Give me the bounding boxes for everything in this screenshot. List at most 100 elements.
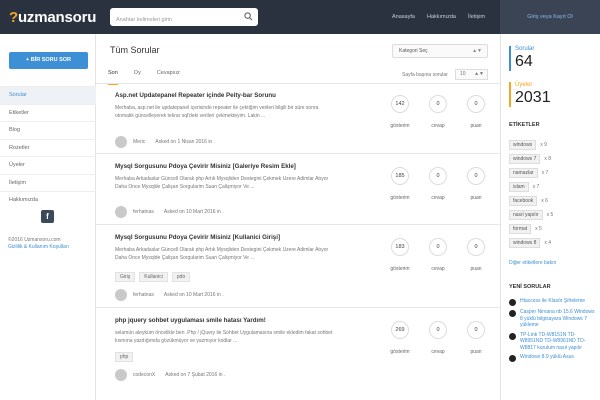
answers-stat: 0 cevap bbox=[423, 167, 453, 201]
recent-question-link[interactable]: Casper Nirvana nb 15.6 Windows 8 yüklü b… bbox=[520, 309, 597, 329]
avatar[interactable] bbox=[115, 206, 127, 218]
recent-question-link[interactable]: Htaccess ile Klasör Şifreleme bbox=[520, 298, 585, 306]
tag-chip[interactable]: format bbox=[509, 224, 532, 234]
tag-chip[interactable]: php bbox=[115, 352, 134, 362]
recent-question-link[interactable]: Windows 8.9 yüklü Asus bbox=[520, 354, 574, 362]
question-item: Asp.net Updatepanel Repeater içinde Peit… bbox=[96, 84, 500, 154]
search-input[interactable] bbox=[110, 11, 238, 29]
list-item: windows 7x 8 bbox=[509, 152, 595, 166]
points-stat: 0 puan bbox=[461, 95, 491, 129]
sidebar-item-contact[interactable]: İletişim bbox=[0, 173, 96, 192]
list-item: windows x 9 bbox=[509, 138, 595, 152]
sidebar-item-badges[interactable]: Rozetler bbox=[0, 138, 96, 157]
question-item: php jquery sohbet uygulaması smile hatas… bbox=[96, 309, 500, 400]
tag-chip[interactable]: islam bbox=[509, 182, 529, 192]
question-meta: Meric Asked on 1 Nisan 2016 in . bbox=[115, 136, 215, 148]
question-date: Asked on 10 Mart 2016 in . bbox=[163, 209, 224, 215]
tag-chip[interactable]: windows 8 bbox=[509, 238, 541, 248]
perpage-label: Sayfa başına sorular bbox=[402, 72, 448, 78]
chevron-down-icon: ▲▼ bbox=[472, 48, 482, 54]
question-date: Asked on 10 Mart 2016 in . bbox=[163, 292, 224, 298]
chevron-down-icon: ▲▼ bbox=[474, 71, 484, 77]
answers-stat: 0 cevap bbox=[423, 238, 453, 272]
facebook-icon[interactable]: f bbox=[41, 210, 54, 223]
page-title: Tüm Sorular bbox=[110, 45, 160, 55]
question-date: Asked on 1 Nisan 2016 in . bbox=[155, 139, 215, 145]
left-nav: Sorular Etiketler Blog Rozetler Üyeler İ… bbox=[0, 86, 96, 209]
tags-heading: ETİKETLER bbox=[509, 122, 540, 128]
question-author[interactable]: ferhatnas bbox=[133, 292, 154, 298]
question-title[interactable]: Mysql Sorgusunu Pdoya Çevirir Misiniz [K… bbox=[115, 234, 280, 241]
views-stat: 185 gösterim bbox=[385, 167, 415, 201]
question-excerpt: selamün aleyküm öncelikle ben .Php / jQu… bbox=[115, 330, 333, 344]
tag-chip[interactable]: Kullanici bbox=[139, 272, 168, 282]
top-header: ?uzmansoru Anasayfa Hakkımızda İletişim … bbox=[0, 0, 600, 34]
question-author[interactable]: codeconX bbox=[133, 372, 155, 378]
tag-chip[interactable]: pdo bbox=[171, 272, 191, 282]
right-sidebar: Sorular 64 Üyeler 2031 ETİKETLER windows… bbox=[500, 34, 600, 400]
tag-chip[interactable]: nasıl yapılır bbox=[509, 210, 543, 220]
recent-question-link[interactable]: TP-Link TD-W8151N TD-W8951ND TD-W8961ND … bbox=[520, 332, 597, 352]
sidebar-item-tags[interactable]: Etiketler bbox=[0, 103, 96, 122]
copyright-text: ©2016 Uzmansoru.com bbox=[8, 237, 61, 243]
list-item: namazlar x 7 bbox=[509, 166, 595, 180]
answers-stat: 0 cevap bbox=[423, 321, 453, 355]
question-excerpt: Merhaba Arkadaslar Güncell Olarak php Ar… bbox=[115, 247, 329, 261]
nav-about[interactable]: Hakkımızda bbox=[421, 0, 462, 34]
site-logo[interactable]: ?uzmansoru bbox=[9, 9, 96, 26]
avatar[interactable] bbox=[115, 369, 127, 381]
list-item: Windows 8.9 yüklü Asus bbox=[509, 354, 597, 362]
ask-question-button[interactable]: + BİR SORU SOR bbox=[9, 52, 88, 69]
tag-chip[interactable]: windows 7 bbox=[509, 154, 541, 164]
views-stat: 269 gösterim bbox=[385, 321, 415, 355]
search-icon[interactable] bbox=[244, 12, 253, 21]
question-meta: ferhatnas Asked on 10 Mart 2016 in . bbox=[115, 206, 224, 218]
avatar bbox=[509, 332, 516, 340]
tag-chip[interactable]: Giriş bbox=[115, 272, 136, 282]
search-box bbox=[110, 8, 258, 29]
more-tags-link[interactable]: Diğer etiketlere bakın bbox=[509, 260, 556, 266]
privacy-terms-link[interactable]: Gizlilik & Kullanım Koşulları bbox=[8, 244, 69, 250]
nav-contact[interactable]: İletişim bbox=[462, 0, 491, 34]
list-item: islam x 7 bbox=[509, 180, 595, 194]
question-title[interactable]: php jquery sohbet uygulaması smile hatas… bbox=[115, 317, 266, 324]
list-item: format x 5 bbox=[509, 222, 595, 236]
tag-chip[interactable]: namazlar bbox=[509, 168, 538, 178]
question-author[interactable]: ferhatnas bbox=[133, 209, 154, 215]
points-stat: 0 puan bbox=[461, 238, 491, 272]
answers-stat: 0 cevap bbox=[423, 95, 453, 129]
list-item: facebook x 6 bbox=[509, 194, 595, 208]
avatar[interactable] bbox=[115, 136, 127, 148]
nav-home[interactable]: Anasayfa bbox=[386, 0, 421, 34]
points-stat: 0 puan bbox=[461, 321, 491, 355]
sidebar-item-blog[interactable]: Blog bbox=[0, 121, 96, 139]
list-item: TP-Link TD-W8151N TD-W8951ND TD-W8961ND … bbox=[509, 332, 597, 352]
question-excerpt: Merhaba, asp.net ile updatepanel içerisi… bbox=[115, 105, 319, 119]
question-title[interactable]: Asp.net Updatepanel Repeater içinde Peit… bbox=[115, 92, 276, 99]
question-excerpt: Merhaba Arkadaslar Güncell Olarak php Ar… bbox=[115, 176, 329, 190]
list-item: nasıl yapılır x 5 bbox=[509, 208, 595, 222]
login-register-link[interactable]: Giriş veya Kayıt Ol bbox=[500, 0, 600, 34]
questions-counter: Sorular 64 bbox=[509, 46, 595, 71]
avatar[interactable] bbox=[115, 289, 127, 301]
category-select[interactable]: Kategori Seç ▲▼ bbox=[392, 44, 488, 58]
question-author[interactable]: Meric bbox=[133, 139, 145, 145]
tag-chip[interactable]: facebook bbox=[509, 196, 538, 206]
list-item: Casper Nirvana nb 15.6 Windows 8 yüklü b… bbox=[509, 309, 597, 329]
recent-questions-heading: YENİ SORULAR bbox=[509, 284, 551, 290]
list-item: Htaccess ile Klasör Şifreleme bbox=[509, 298, 597, 306]
question-meta: codeconX Asked on 7 Şubat 2016 in . bbox=[115, 369, 225, 381]
sidebar-item-about[interactable]: Hakkımızda bbox=[0, 191, 96, 209]
tags-list: windows x 9 windows 7x 8 namazlar x 7 isla… bbox=[509, 138, 595, 250]
perpage-select[interactable]: 10 ▲▼ bbox=[455, 69, 488, 80]
recent-questions-list: Htaccess ile Klasör Şifreleme Casper Nir… bbox=[509, 298, 597, 365]
question-title[interactable]: Mysql Sorgusunu Pdoya Çevirir Misiniz [G… bbox=[115, 163, 296, 170]
main-content: Tüm Sorular Kategori Seç ▲▼ Son Oy Cevap… bbox=[96, 34, 500, 400]
tag-chip[interactable]: windows bbox=[509, 140, 537, 150]
question-tags: Giriş Kullanici pdo bbox=[115, 272, 194, 282]
left-sidebar: + BİR SORU SOR Sorular Etiketler Blog Ro… bbox=[0, 34, 96, 400]
sidebar-item-questions[interactable]: Sorular bbox=[0, 86, 96, 104]
views-stat: 142 gösterim bbox=[385, 95, 415, 129]
sidebar-item-members[interactable]: Üyeler bbox=[0, 156, 96, 174]
question-item: Mysql Sorgusunu Pdoya Çevirir Misiniz [K… bbox=[96, 226, 500, 308]
